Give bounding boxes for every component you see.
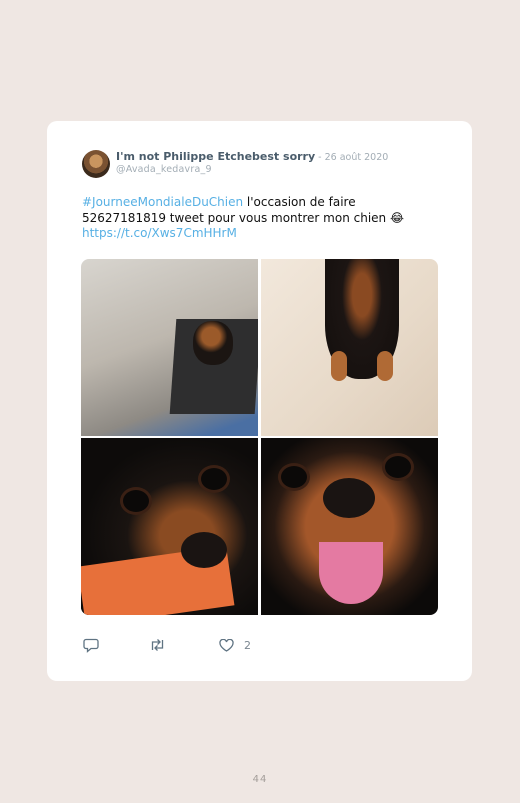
photo-dog-on-floor[interactable]	[261, 259, 438, 436]
paw-shape	[331, 351, 347, 381]
nose-shape	[181, 532, 227, 568]
reply-button[interactable]	[83, 637, 99, 653]
tweet-actions: 2	[83, 637, 283, 653]
paw-shape	[377, 351, 393, 381]
photo-grid	[81, 259, 438, 615]
tweet-text: #JourneeMondialeDuChien l'occasion de fa…	[82, 195, 442, 242]
eye-shape	[385, 456, 411, 478]
tweet-url-link[interactable]: https://t.co/Xws7CmHHrM	[82, 226, 237, 240]
dog-shape	[193, 321, 233, 365]
page-number: 44	[252, 774, 268, 785]
eye-shape	[281, 466, 307, 488]
like-count: 2	[244, 638, 251, 652]
avatar[interactable]	[82, 150, 110, 178]
retweet-button[interactable]	[149, 637, 166, 653]
tongue-shape	[319, 542, 383, 604]
hashtag-link[interactable]: #JourneeMondialeDuChien	[82, 195, 243, 209]
nose-shape	[323, 478, 375, 518]
author-handle[interactable]: @Avada_kedavra_9	[116, 164, 212, 175]
author-name[interactable]: I'm not Philippe Etchebest sorry	[116, 150, 315, 163]
author-line: I'm not Philippe Etchebest sorry - 26 ao…	[116, 150, 388, 165]
photo-dog-in-box[interactable]	[81, 259, 258, 436]
tweet-card: I'm not Philippe Etchebest sorry - 26 ao…	[47, 121, 472, 681]
dog-shape	[325, 259, 399, 381]
like-button[interactable]: 2	[219, 637, 251, 653]
heart-icon	[219, 638, 234, 652]
tweet-date[interactable]: - 26 août 2020	[315, 152, 388, 163]
eye-shape	[201, 468, 227, 490]
photo-dog-tongue[interactable]	[261, 438, 438, 615]
eye-shape	[123, 490, 149, 512]
reply-icon	[83, 638, 99, 653]
retweet-icon	[151, 639, 164, 651]
photo-dog-closeup[interactable]	[81, 438, 258, 615]
